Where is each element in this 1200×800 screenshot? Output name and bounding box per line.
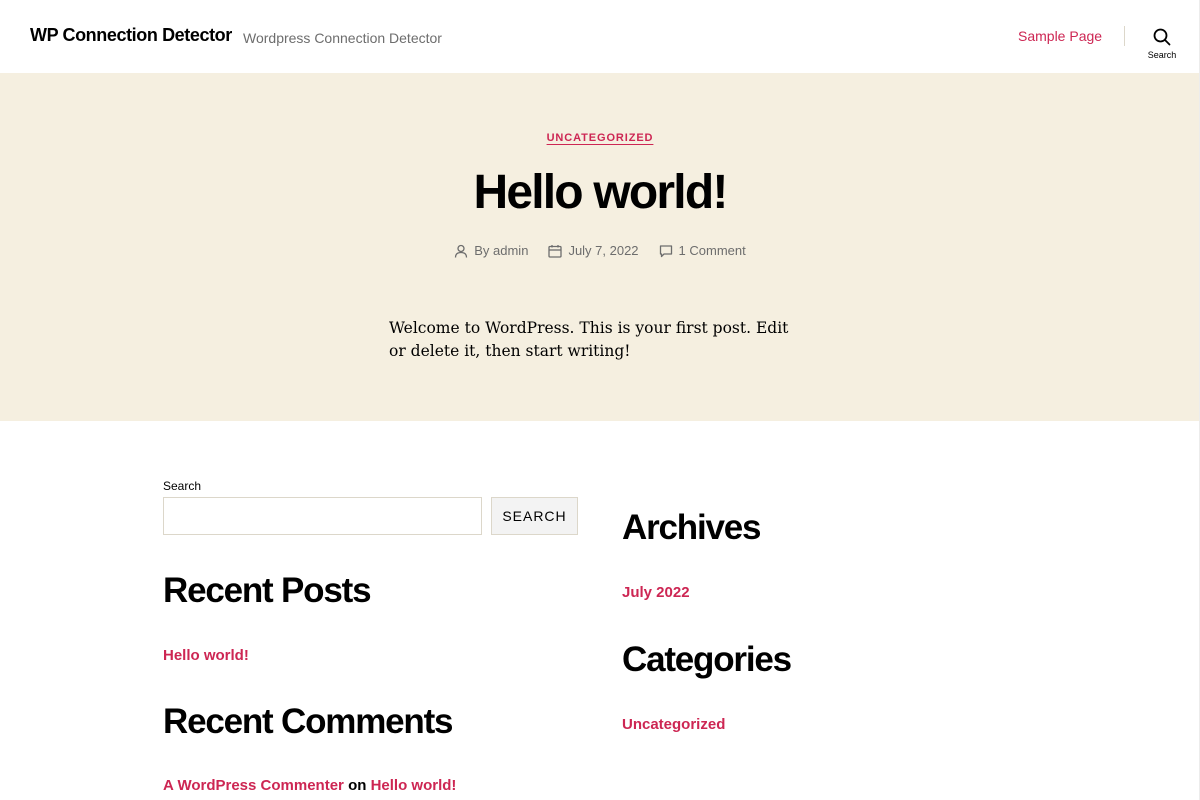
search-toggle-button[interactable]: Search	[1140, 24, 1184, 64]
post-meta: By admin July 7, 2022 1 Comment	[0, 243, 1200, 258]
search-toggle-label: Search	[1147, 50, 1177, 60]
post-comments[interactable]: 1 Comment	[659, 243, 746, 258]
search-input[interactable]	[163, 497, 482, 535]
nav-item-sample-page[interactable]: Sample Page	[1018, 28, 1102, 44]
post-date[interactable]: July 7, 2022	[548, 243, 639, 258]
category-link[interactable]: UNCATEGORIZED	[547, 132, 654, 144]
post-excerpt: Welcome to WordPress. This is your first…	[389, 319, 789, 360]
search-widget-label: Search	[163, 479, 202, 493]
nav-divider	[1124, 26, 1125, 46]
post-title: Hello world!	[473, 166, 728, 219]
search-icon	[1153, 28, 1171, 46]
categories-heading: Categories	[622, 640, 792, 679]
comment-on-text: on	[348, 777, 367, 794]
post-comments-label: 1 Comment	[678, 243, 746, 258]
widget-area: Search SEARCH Recent Posts Hello world! …	[0, 421, 1200, 800]
comment-author-link[interactable]: A WordPress Commenter	[163, 777, 344, 794]
recent-comment-item: A WordPress Commenter on Hello world!	[163, 777, 456, 794]
category-widget-link[interactable]: Uncategorized	[622, 716, 725, 733]
recent-post-link[interactable]: Hello world!	[163, 647, 249, 664]
post-author-label: By admin	[474, 243, 529, 258]
calendar-icon	[548, 244, 563, 258]
archives-heading: Archives	[622, 508, 761, 547]
post-date-label: July 7, 2022	[568, 243, 639, 258]
post-author[interactable]: By admin	[454, 243, 528, 258]
site-header: WP Connection Detector Wordpress Connect…	[0, 0, 1200, 73]
site-title[interactable]: WP Connection Detector	[30, 25, 232, 46]
comment-post-link[interactable]: Hello world!	[371, 777, 457, 794]
comment-bubble-icon	[659, 244, 672, 257]
post-header: UNCATEGORIZED Hello world! By admin July…	[0, 73, 1200, 421]
recent-comments-heading: Recent Comments	[163, 702, 453, 741]
recent-posts-heading: Recent Posts	[163, 571, 372, 610]
post-category: UNCATEGORIZED	[0, 132, 1200, 144]
site-description: Wordpress Connection Detector	[243, 30, 442, 46]
user-icon	[455, 244, 468, 258]
archive-link[interactable]: July 2022	[622, 584, 690, 601]
search-submit-button[interactable]: SEARCH	[491, 497, 578, 535]
